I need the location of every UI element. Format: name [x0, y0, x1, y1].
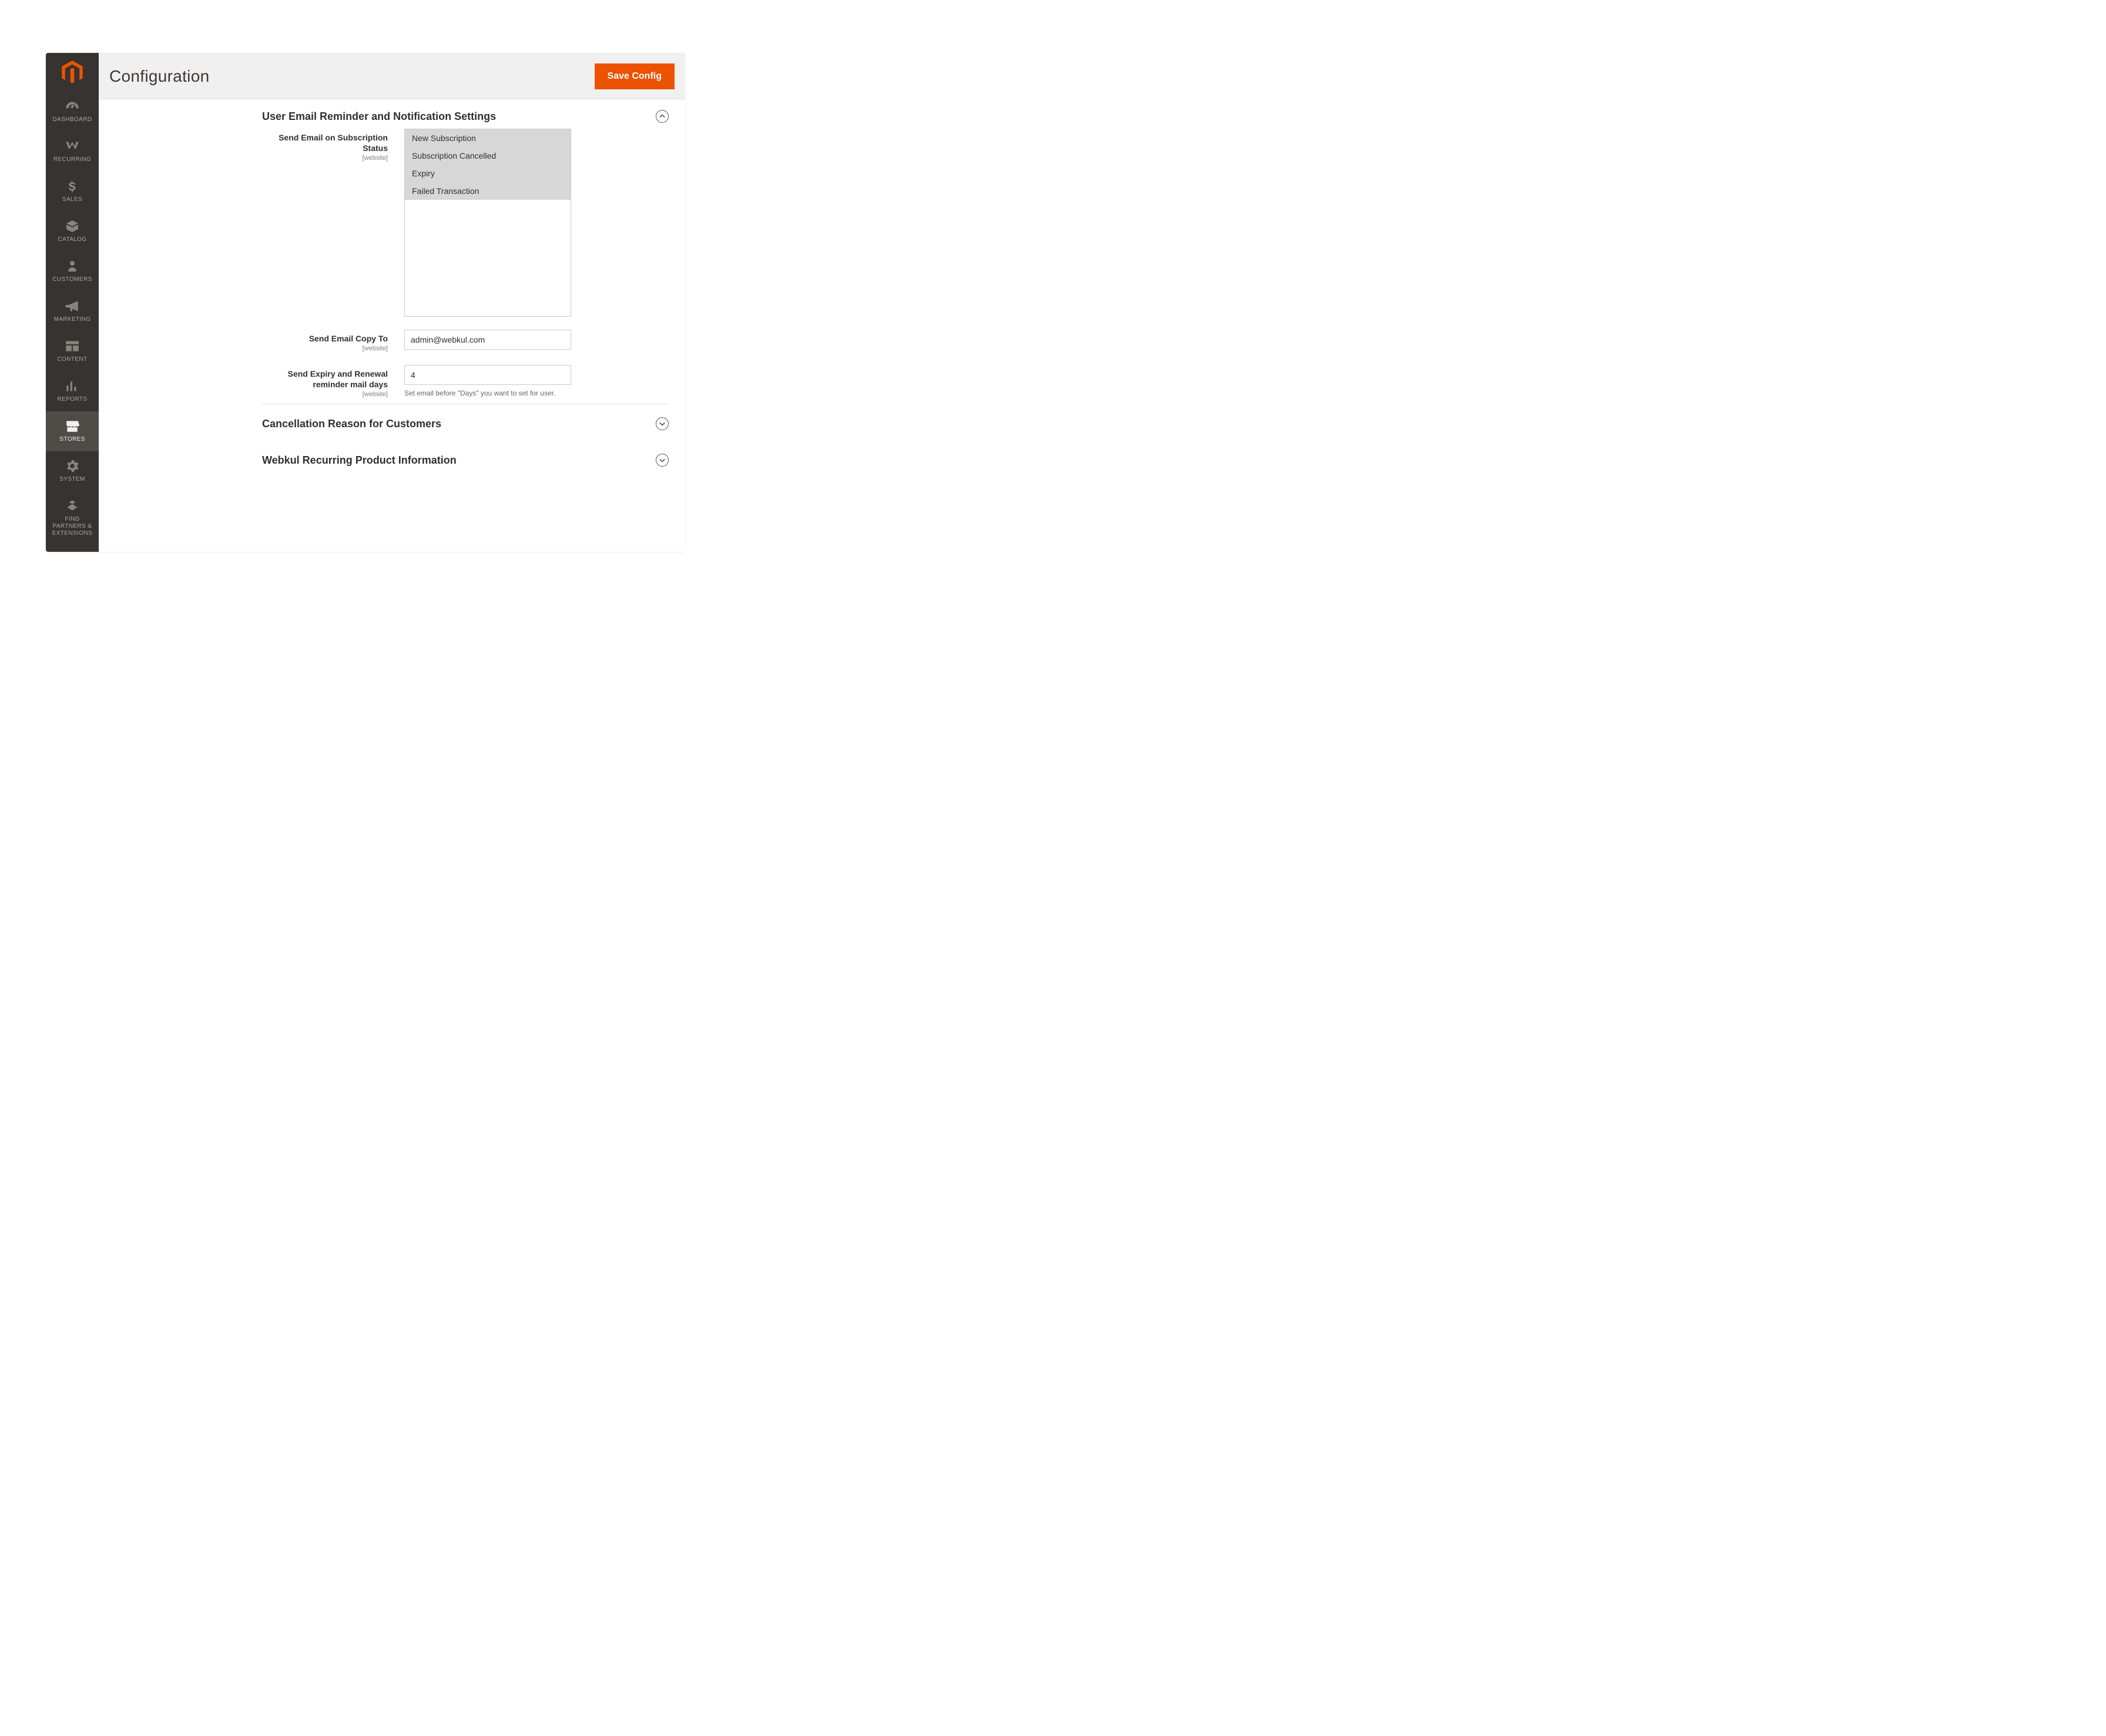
sidebar-item-dashboard[interactable]: DASHBOARD: [46, 92, 99, 132]
bar-chart-icon: [65, 378, 80, 394]
config-form: User Email Reminder and Notification Set…: [99, 99, 685, 552]
sidebar-item-stores[interactable]: STORES: [46, 411, 99, 451]
field-subscription-status: Send Email on Subscription Status [websi…: [262, 129, 669, 317]
recurring-icon: [65, 139, 80, 154]
sidebar-item-label: FIND PARTNERS & EXTENSIONS: [48, 516, 96, 537]
field-scope: [website]: [262, 345, 388, 352]
sidebar-item-recurring[interactable]: RECURRING: [46, 132, 99, 172]
sidebar-item-system[interactable]: SYSTEM: [46, 451, 99, 491]
field-help-text: Set email before "Days" you want to set …: [404, 388, 571, 398]
multiselect-option[interactable]: New Subscription: [405, 129, 571, 147]
megaphone-icon: [65, 299, 80, 314]
sidebar-item-partners[interactable]: FIND PARTNERS & EXTENSIONS: [46, 491, 99, 545]
box-icon: [65, 219, 80, 234]
email-copy-to-input[interactable]: [404, 330, 571, 350]
collapse-toggle[interactable]: [656, 110, 669, 123]
gear-icon: [65, 458, 80, 474]
sidebar-item-customers[interactable]: CUSTOMERS: [46, 252, 99, 291]
gauge-icon: [65, 99, 80, 114]
app-window: DASHBOARD RECURRING SALES CATALOG CUSTOM…: [46, 53, 685, 552]
field-label: Send Expiry and Renewal reminder mail da…: [262, 368, 388, 390]
field-email-copy-to: Send Email Copy To [website]: [262, 330, 669, 352]
sidebar-item-label: DASHBOARD: [53, 116, 92, 123]
sidebar-item-label: SYSTEM: [59, 476, 85, 483]
content-pane: Configuration Save Config User Email Rem…: [99, 53, 685, 552]
section-title: Cancellation Reason for Customers: [262, 418, 441, 430]
field-scope: [website]: [262, 155, 388, 162]
sidebar-item-label: CUSTOMERS: [52, 276, 92, 283]
sidebar-item-label: RECURRING: [53, 156, 91, 163]
field-reminder-days: Send Expiry and Renewal reminder mail da…: [262, 365, 669, 398]
sidebar-item-label: SALES: [62, 196, 82, 203]
sidebar-item-marketing[interactable]: MARKETING: [46, 291, 99, 331]
multiselect-option[interactable]: Subscription Cancelled: [405, 147, 571, 165]
subscription-status-multiselect[interactable]: New Subscription Subscription Cancelled …: [404, 129, 571, 317]
sidebar-item-catalog[interactable]: CATALOG: [46, 212, 99, 252]
expand-toggle[interactable]: [656, 417, 669, 430]
section-heading-cancellation[interactable]: Cancellation Reason for Customers: [262, 404, 669, 437]
section-title: Webkul Recurring Product Information: [262, 454, 457, 467]
expand-toggle[interactable]: [656, 454, 669, 467]
sidebar-item-label: REPORTS: [58, 396, 88, 403]
multiselect-option[interactable]: Expiry: [405, 165, 571, 182]
field-label: Send Email Copy To: [262, 333, 388, 344]
section-heading-email-reminder[interactable]: User Email Reminder and Notification Set…: [262, 99, 669, 129]
blocks-icon: [65, 498, 80, 514]
sidebar-item-label: MARKETING: [53, 316, 90, 323]
person-icon: [65, 259, 80, 274]
sidebar-item-label: CONTENT: [57, 356, 87, 363]
reminder-days-input[interactable]: [404, 365, 571, 385]
section-title: User Email Reminder and Notification Set…: [262, 110, 496, 123]
sidebar-item-reports[interactable]: REPORTS: [46, 371, 99, 411]
section-heading-product-info[interactable]: Webkul Recurring Product Information: [262, 437, 669, 474]
magento-logo[interactable]: [46, 53, 99, 92]
save-config-button[interactable]: Save Config: [595, 63, 675, 89]
multiselect-option[interactable]: Failed Transaction: [405, 182, 571, 200]
chevron-up-icon: [659, 113, 665, 119]
chevron-down-icon: [659, 421, 665, 427]
page-title: Configuration: [109, 67, 209, 86]
storefront-icon: [65, 418, 80, 434]
sidebar-item-sales[interactable]: SALES: [46, 172, 99, 212]
field-scope: [website]: [262, 391, 388, 398]
chevron-down-icon: [659, 457, 665, 463]
page-header: Configuration Save Config: [99, 53, 685, 99]
sidebar-item-label: STORES: [59, 436, 85, 443]
admin-sidebar: DASHBOARD RECURRING SALES CATALOG CUSTOM…: [46, 53, 99, 552]
sidebar-item-label: CATALOG: [58, 236, 86, 243]
stage-background: DASHBOARD RECURRING SALES CATALOG CUSTOM…: [13, 13, 692, 570]
sidebar-item-content[interactable]: CONTENT: [46, 331, 99, 371]
dollar-icon: [65, 179, 80, 194]
layout-icon: [65, 339, 80, 354]
field-label: Send Email on Subscription Status: [262, 132, 388, 153]
viewport: DASHBOARD RECURRING SALES CATALOG CUSTOM…: [0, 0, 705, 583]
